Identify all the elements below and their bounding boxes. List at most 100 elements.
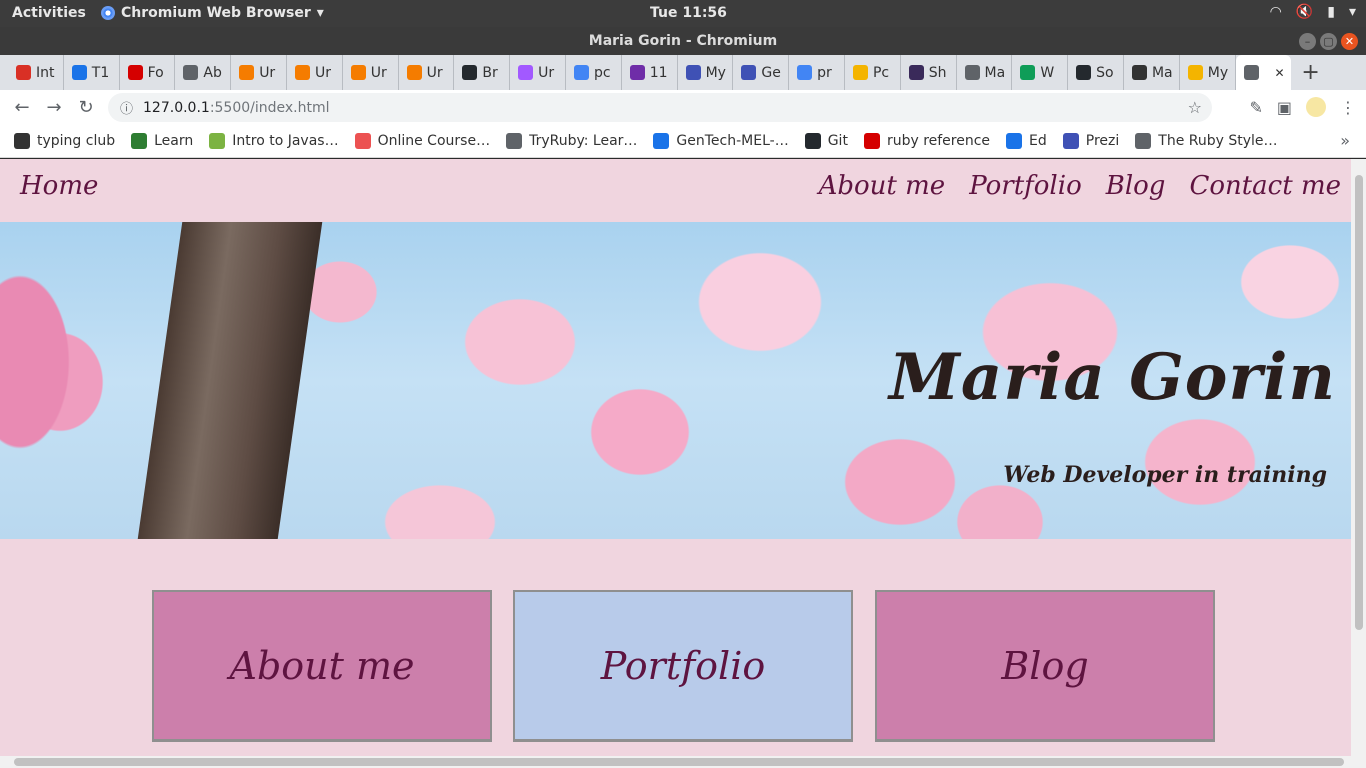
- bookmark-label: Online Course…: [377, 133, 491, 149]
- about-card[interactable]: About me: [152, 590, 492, 742]
- window-title: Maria Gorin - Chromium: [0, 27, 1366, 55]
- reader-extension-icon[interactable]: ▣: [1277, 98, 1292, 117]
- bookmark-item[interactable]: Online Course…: [354, 133, 491, 149]
- eyedropper-extension-icon[interactable]: ✎: [1249, 98, 1262, 117]
- bookmark-star-icon[interactable]: ☆: [1188, 98, 1202, 117]
- system-tray[interactable]: ◠ 🔇 ▮ ▾: [1270, 4, 1356, 20]
- tab[interactable]: Ma: [1124, 55, 1180, 90]
- tab[interactable]: pc: [566, 55, 622, 90]
- portfolio-card[interactable]: Portfolio: [513, 590, 853, 742]
- tab[interactable]: Pc: [845, 55, 901, 90]
- tab-label: Ge: [761, 64, 781, 81]
- tab[interactable]: pr: [789, 55, 845, 90]
- tab-active[interactable]: ✕: [1235, 55, 1291, 90]
- prezi-icon: [1062, 133, 1079, 149]
- bookmark-item[interactable]: Prezi: [1062, 133, 1119, 149]
- prezi-icon: [685, 65, 701, 80]
- tab[interactable]: My: [1180, 55, 1236, 90]
- bookmark-label: Git: [827, 133, 848, 149]
- bookmark-item[interactable]: GenTech-MEL-…: [653, 133, 789, 149]
- close-tab-icon[interactable]: ✕: [1275, 66, 1285, 80]
- close-window-button[interactable]: ✕: [1341, 33, 1358, 50]
- chart-icon: [1020, 65, 1036, 80]
- reload-button[interactable]: ↻: [70, 97, 102, 118]
- tab-label: Fo: [147, 64, 164, 81]
- udacity-icon: [294, 65, 310, 80]
- tab[interactable]: Fo: [120, 55, 176, 90]
- tab[interactable]: Ab: [175, 55, 232, 90]
- tab[interactable]: 11: [622, 55, 678, 90]
- tab[interactable]: Ur: [399, 55, 455, 90]
- chevron-double-right-icon[interactable]: »: [1340, 131, 1350, 150]
- learn-icon: [131, 133, 148, 149]
- tab-label: W: [1040, 64, 1055, 81]
- back-button[interactable]: ←: [6, 97, 38, 118]
- tab-label: Br: [482, 64, 498, 81]
- new-tab-button[interactable]: +: [1291, 60, 1331, 85]
- slides-icon: [1187, 65, 1203, 80]
- clock[interactable]: Tue 11:56: [650, 5, 727, 21]
- udacity-icon: [350, 65, 366, 80]
- udacity-icon: [239, 65, 255, 80]
- bookmark-label: GenTech-MEL-…: [676, 133, 789, 149]
- bookmark-label: typing club: [37, 133, 116, 149]
- tab[interactable]: Ma: [957, 55, 1013, 90]
- tab-label: Ma: [1151, 64, 1173, 81]
- slides-icon: [852, 65, 868, 80]
- nav-blog-link[interactable]: Blog: [1106, 171, 1166, 201]
- tab[interactable]: Ur: [343, 55, 399, 90]
- window-controls: – ▢ ✕: [1299, 33, 1358, 50]
- info-icon[interactable]: ⓘ: [120, 98, 133, 117]
- app-menu[interactable]: Chromium Web Browser ▾: [101, 5, 324, 21]
- forward-button[interactable]: →: [38, 97, 70, 118]
- nav-home-link[interactable]: Home: [20, 171, 98, 201]
- tab[interactable]: So: [1068, 55, 1124, 90]
- typing-club-icon: [14, 133, 30, 149]
- bookmark-item[interactable]: Git: [804, 133, 848, 149]
- nav-contact-link[interactable]: Contact me: [1189, 171, 1341, 201]
- scrollbar-thumb[interactable]: [14, 758, 1344, 766]
- bookmark-item[interactable]: ruby reference: [863, 133, 991, 149]
- globe-icon: [183, 65, 199, 80]
- tab[interactable]: Sh: [901, 55, 957, 90]
- vertical-scrollbar[interactable]: [1351, 159, 1366, 756]
- minimize-button[interactable]: –: [1299, 33, 1316, 50]
- tab[interactable]: T1: [64, 55, 120, 90]
- tab[interactable]: Ur: [231, 55, 287, 90]
- scrollbar-thumb[interactable]: [1355, 175, 1363, 630]
- bookmark-item[interactable]: Learn: [131, 133, 193, 149]
- bookmarks-bar: typing club Learn Intro to Javas… Online Co…: [0, 125, 1366, 158]
- menu-kebab-icon[interactable]: ⋮: [1340, 98, 1356, 117]
- tab-label: Ur: [426, 64, 443, 81]
- github-icon: [1076, 65, 1092, 80]
- tab[interactable]: My: [678, 55, 734, 90]
- tab[interactable]: Ge: [733, 55, 790, 90]
- tab-label: My: [705, 64, 726, 81]
- bookmark-item[interactable]: Ed: [1006, 133, 1047, 149]
- tab[interactable]: Ur: [287, 55, 343, 90]
- ruby-icon: [863, 133, 880, 149]
- tab[interactable]: Int: [8, 55, 64, 90]
- bookmark-item[interactable]: Intro to Javas…: [209, 133, 339, 149]
- bookmark-item[interactable]: TryRuby: Lear…: [506, 133, 637, 149]
- tab[interactable]: W: [1012, 55, 1069, 90]
- profile-avatar[interactable]: [1306, 97, 1326, 117]
- hexagon-icon: [209, 133, 226, 149]
- activities-button[interactable]: Activities: [12, 5, 86, 21]
- google-icon: [573, 65, 589, 80]
- tab-label: pr: [817, 64, 832, 81]
- globe-icon: [964, 65, 980, 80]
- nav-about-link[interactable]: About me: [819, 171, 946, 201]
- bookmark-label: ruby reference: [886, 133, 991, 149]
- bookmark-item[interactable]: The Ruby Style…: [1135, 133, 1278, 149]
- address-bar[interactable]: ⓘ 127.0.0.1:5500/index.html ☆: [108, 93, 1212, 122]
- blog-card[interactable]: Blog: [875, 590, 1215, 742]
- bookmark-label: TryRuby: Lear…: [529, 133, 638, 149]
- maximize-button[interactable]: ▢: [1320, 33, 1337, 50]
- bookmark-item[interactable]: typing club: [14, 133, 115, 149]
- horizontal-scrollbar[interactable]: [0, 756, 1366, 768]
- tab[interactable]: Ur: [510, 55, 566, 90]
- github-icon: [804, 133, 821, 149]
- nav-portfolio-link[interactable]: Portfolio: [969, 171, 1082, 201]
- tab[interactable]: Br: [454, 55, 511, 90]
